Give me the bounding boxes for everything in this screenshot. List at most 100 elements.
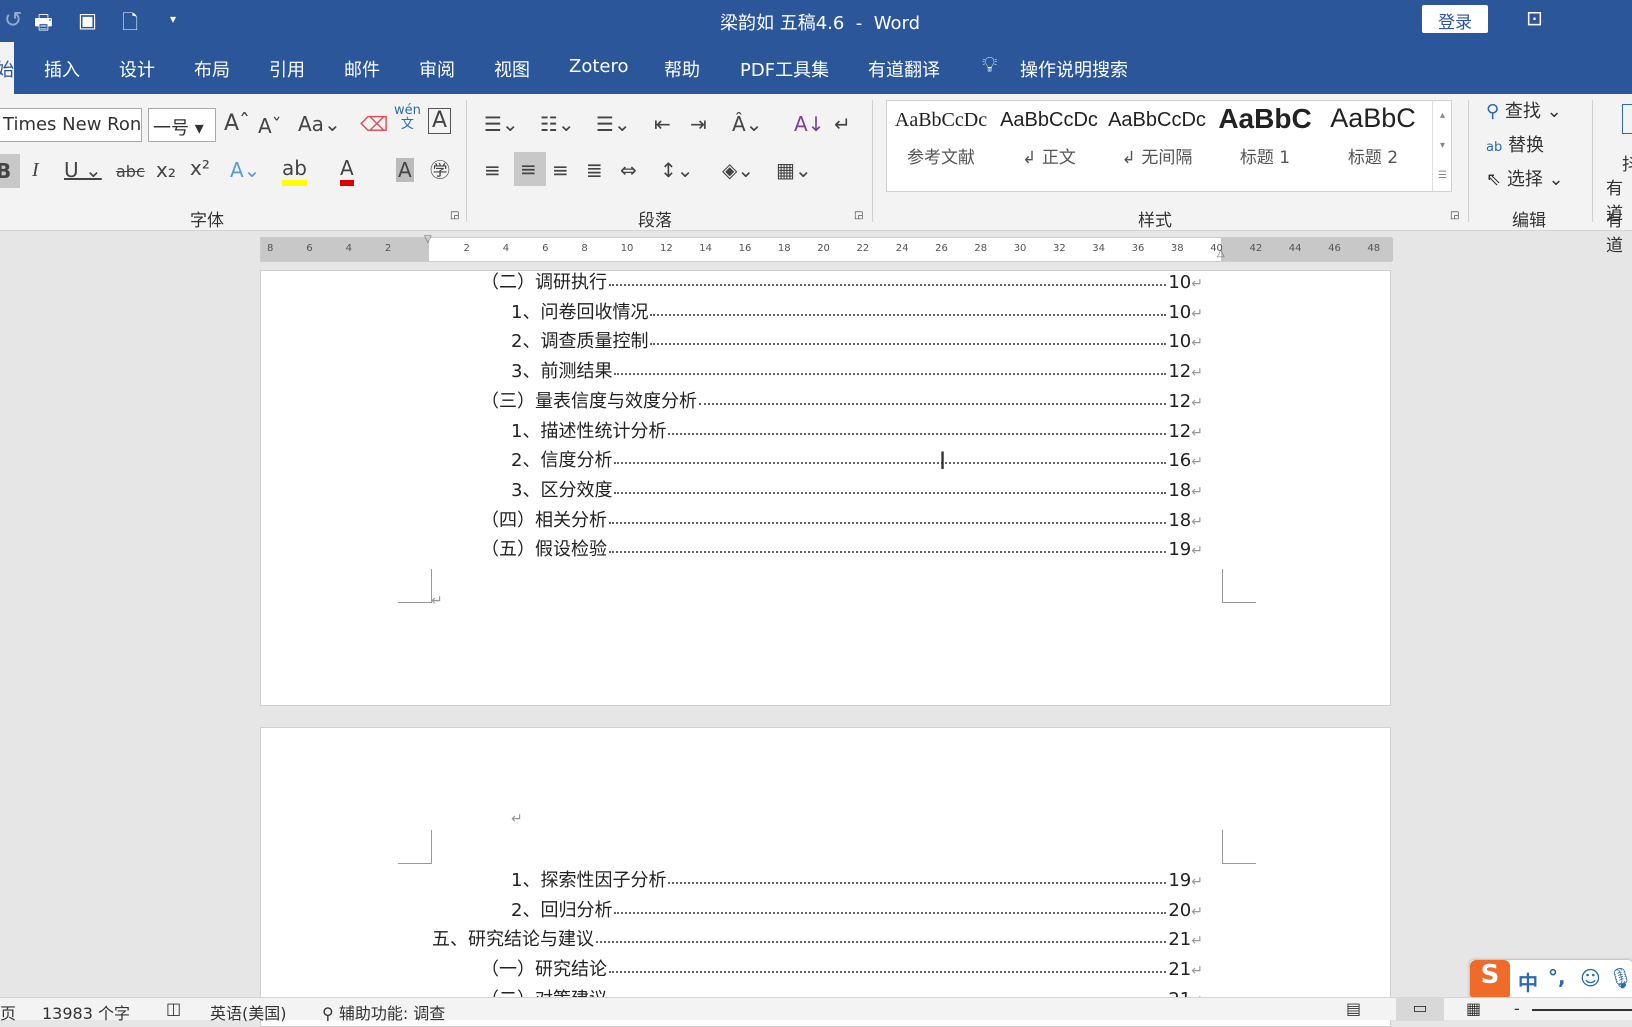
zoom-slider[interactable] — [1532, 1009, 1632, 1011]
borders-icon[interactable]: ▦⌄ — [776, 158, 812, 182]
tab-insert[interactable]: 插入 — [44, 56, 80, 82]
emoji-icon[interactable]: ☺ — [1580, 966, 1601, 990]
align-right-icon[interactable]: ≡ — [552, 158, 569, 182]
toc-entry[interactable]: 3、区分效度 18 ↵ — [511, 476, 1203, 502]
toc-entry[interactable]: （四）相关分析 18 ↵ — [481, 506, 1203, 532]
subscript-button[interactable]: x₂ — [156, 158, 176, 182]
attach-icon[interactable]: ▣ — [78, 8, 97, 32]
zoom-out-button[interactable]: - — [1514, 999, 1520, 1018]
tab-design[interactable]: 设计 — [119, 56, 155, 82]
multilevel-list-icon[interactable]: ☰⌄ — [596, 112, 631, 136]
toc-entry[interactable]: （三）量表信度与效度分析 12 ↵ — [481, 387, 1203, 413]
shading-icon[interactable]: ◈⌄ — [722, 158, 754, 182]
horizontal-ruler[interactable]: 8 6 4 2 2 4 6 8 10 12 14 16 18 20 22 24 26 28 30 32 34 36 38 40… — [260, 234, 1393, 262]
styles-dialog-launcher[interactable]: ◲ — [1450, 210, 1459, 221]
replace-button[interactable]: ab 替换 — [1486, 134, 1544, 160]
text-effects-icon[interactable]: A⌄ — [230, 158, 260, 182]
italic-button[interactable]: I — [32, 158, 39, 182]
bold-button[interactable]: B — [0, 154, 20, 188]
ime-toolbar[interactable]: S 中 °, ☺ 🎙︎ — [1470, 960, 1632, 1000]
document-page-1[interactable]: （二）调研执行 10 ↵ 1、问卷回收情况 10 ↵ 2、调查质量控制 10 ↵ 3、前测结果 12… — [260, 270, 1391, 706]
right-indent-marker[interactable]: △ — [1217, 248, 1225, 259]
style-heading-2[interactable]: AaBbC 标题 2 — [1319, 101, 1427, 168]
increase-indent-icon[interactable]: ⇥ — [690, 112, 707, 136]
youdao-icon[interactable] — [1622, 104, 1632, 134]
char-border-icon[interactable]: A — [428, 108, 452, 134]
toc-entry[interactable]: 2、信度分析 16 ↵ — [511, 446, 1203, 472]
shrink-font-icon[interactable]: Aˇ — [258, 114, 282, 138]
microphone-icon[interactable]: 🎙︎ — [1608, 966, 1632, 990]
numbering-icon[interactable]: ☷⌄ — [540, 112, 575, 136]
align-center-icon[interactable]: ≡ — [514, 152, 546, 186]
toc-entry[interactable]: 3、前测结果 12 ↵ — [511, 357, 1203, 383]
tab-zotero[interactable]: Zotero — [569, 56, 629, 77]
char-shading-icon[interactable]: A — [396, 158, 414, 182]
select-button[interactable]: ⇖ 选择 ⌄ — [1486, 168, 1564, 192]
enclose-char-icon[interactable]: ㊫ — [430, 158, 450, 182]
toc-entry[interactable]: 1、问卷回收情况 10 ↵ — [511, 298, 1203, 324]
toc-entry[interactable]: 1、探索性因子分析 19 ↵ — [511, 866, 1203, 892]
show-marks-icon[interactable]: ↵ — [834, 112, 851, 136]
tab-layout[interactable]: 布局 — [194, 56, 230, 82]
font-dialog-launcher[interactable]: ◲ — [450, 210, 459, 221]
tell-me-search[interactable]: 操作说明搜索 — [1020, 56, 1128, 82]
toc-entry[interactable]: 五、研究结论与建议 21 ↵ — [432, 925, 1203, 951]
find-button[interactable]: ⚲ 查找 ⌄ — [1486, 100, 1562, 124]
language[interactable]: 英语(美国) — [210, 1000, 287, 1024]
style-bibliography[interactable]: AaBbCcDc 参考文献 — [887, 101, 995, 168]
tab-help[interactable]: 帮助 — [664, 56, 700, 82]
align-left-icon[interactable]: ≡ — [484, 158, 501, 182]
strikethrough-button[interactable]: abc — [116, 160, 145, 184]
distributed-icon[interactable]: ⇔ — [620, 158, 637, 182]
superscript-button[interactable]: x² — [190, 156, 210, 180]
login-button[interactable]: 登录 — [1422, 5, 1488, 33]
toc-entry[interactable]: （二）调研执行 10 ↵ — [481, 268, 1203, 294]
ime-mode[interactable]: 中 — [1518, 967, 1538, 996]
tab-mailings[interactable]: 邮件 — [344, 56, 380, 82]
clear-format-icon[interactable]: ⌫ — [360, 112, 388, 136]
tab-home[interactable]: 始 — [0, 42, 14, 94]
print-preview-icon[interactable]: 🖶 — [34, 8, 53, 42]
decrease-indent-icon[interactable]: ⇤ — [654, 112, 671, 136]
web-layout-icon[interactable]: ▦ — [1466, 999, 1481, 1018]
ime-punct[interactable]: °, — [1548, 965, 1566, 989]
highlight-icon[interactable]: ab — [282, 156, 307, 186]
indent-marker[interactable]: ▽ — [424, 234, 432, 245]
toc-entry[interactable]: 2、回归分析 20 ↵ — [511, 896, 1203, 922]
style-normal[interactable]: AaBbCcDc ↲ 正文 — [995, 101, 1103, 168]
page-count[interactable]: 页 — [0, 1000, 16, 1024]
tab-references[interactable]: 引用 — [269, 56, 305, 82]
sort-icon[interactable]: A↓ — [794, 112, 824, 136]
customize-icon[interactable]: ▾ — [170, 12, 176, 26]
line-spacing-icon[interactable]: ↕⌄ — [660, 158, 694, 182]
char-spacing-icon[interactable]: Â⌄ — [732, 112, 762, 136]
grow-font-icon[interactable]: Aˆ — [224, 112, 250, 136]
underline-button[interactable]: U ⌄ — [64, 158, 102, 182]
tab-review[interactable]: 审阅 — [419, 56, 455, 82]
proofing-icon[interactable]: ◫ — [166, 999, 181, 1018]
toc-entry[interactable]: 1、描述性统计分析 12 ↵ — [511, 417, 1203, 443]
font-name-select[interactable]: Times New Ron ▾ — [0, 108, 142, 142]
paragraph-dialog-launcher[interactable]: ◲ — [854, 210, 863, 221]
read-mode-icon[interactable]: ▤ — [1346, 999, 1361, 1018]
style-no-spacing[interactable]: AaBbCcDc ↲ 无间隔 — [1103, 101, 1211, 168]
bullets-icon[interactable]: ☰⌄ — [484, 112, 519, 136]
font-color-icon[interactable]: A — [340, 156, 354, 186]
styles-scrollbar[interactable]: ▴ ▾ ☰ — [1432, 101, 1452, 191]
print-layout-icon[interactable]: ▭ — [1396, 998, 1444, 1021]
toc-entry[interactable]: （五）假设检验 19 ↵ — [481, 535, 1203, 561]
print-icon[interactable]: 🗋 — [122, 8, 138, 42]
phonetic-guide-icon[interactable]: wén 文 — [394, 104, 421, 132]
word-count[interactable]: 13983 个字 — [42, 1000, 130, 1024]
ribbon-display-icon[interactable]: ⊡ — [1526, 6, 1543, 30]
font-size-select[interactable]: 一号 ▾ — [148, 108, 216, 142]
tab-youdao[interactable]: 有道翻译 — [868, 56, 940, 82]
tab-pdf-tools[interactable]: PDF工具集 — [740, 56, 829, 82]
undo-icon[interactable]: ↺ — [4, 8, 22, 33]
accessibility-button[interactable]: ⚲ 辅助功能: 调查 — [322, 1000, 445, 1024]
justify-icon[interactable]: ≣ — [586, 158, 603, 182]
toc-entry[interactable]: （一）研究结论 21 ↵ — [481, 955, 1203, 981]
change-case-button[interactable]: Aa⌄ — [298, 112, 341, 136]
style-heading-1[interactable]: AaBbC 标题 1 — [1211, 101, 1319, 168]
tab-view[interactable]: 视图 — [494, 56, 530, 82]
